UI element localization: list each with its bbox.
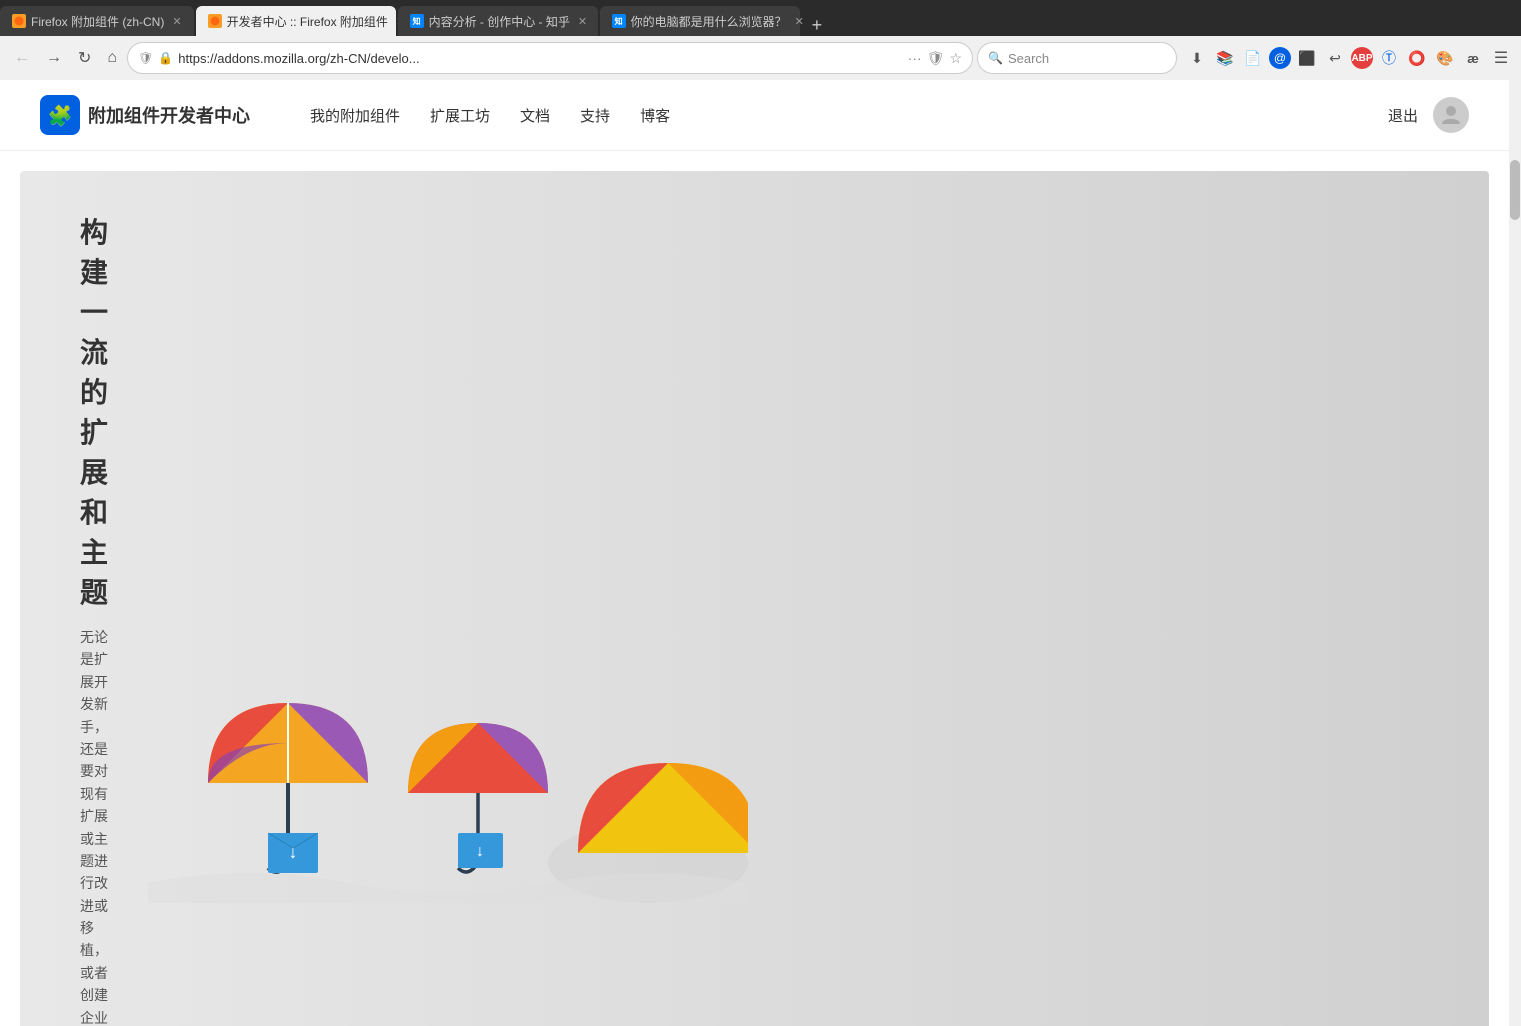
site-nav: 我的附加组件 扩展工坊 文档 支持 博客 [310,105,1388,126]
color-icon[interactable]: 🎨 [1433,46,1457,70]
extension-icon1[interactable]: ⬛ [1295,46,1319,70]
refresh-button[interactable]: ↻ [72,44,97,72]
nav-my-addons[interactable]: 我的附加组件 [310,105,400,126]
adblock-plus-icon[interactable]: ABP [1351,47,1373,69]
hero-description: 无论是扩展开发新手，还是要对现有扩展或主题进行改进或移植，或者创建企业定制化解决… [80,626,108,1026]
page-content: 🧩 附加组件开发者中心 我的附加组件 扩展工坊 文档 支持 博客 退出 构建一 [0,80,1509,1026]
undo-icon[interactable]: ↩ [1323,46,1347,70]
scrollbar[interactable] [1509,160,1521,1010]
search-icon: 🔍 [988,51,1003,65]
download-icon[interactable]: ⬇ [1185,46,1209,70]
hero-section: 构建一流的扩展和主题 无论是扩展开发新手，还是要对现有扩展或主题进行改进或移植，… [20,171,1489,1026]
site-header-right: 退出 [1388,97,1469,133]
search-bar[interactable]: 🔍 Search [977,42,1177,74]
firefox-account-icon[interactable]: @ [1269,47,1291,69]
new-tab-button[interactable]: + [802,15,833,36]
hero-title: 构建一流的扩展和主题 [80,211,108,611]
tab-label: 内容分析 - 创作中心 - 知乎 [429,13,570,30]
back-button[interactable]: ← [8,45,36,71]
scrollbar-thumb[interactable] [1510,160,1520,220]
lastpass-icon[interactable]: ⭕ [1405,46,1429,70]
nav-support[interactable]: 支持 [580,105,610,126]
security-icon: 🛡 [138,51,153,65]
browser-chrome: Firefox 附加组件 (zh-CN) ✕ 开发者中心 :: Firefox … [0,0,1521,80]
toolbar-icons: ⬇ 📚 📄 @ ⬛ ↩ ABP Ⓣ ⭕ 🎨 æ ☰ [1185,46,1513,70]
tab-close-icon[interactable]: ✕ [172,15,181,28]
tab-label: 你的电脑都是用什么浏览器？ [631,13,787,30]
url-bar[interactable]: 🛡 🔒 https://addons.mozilla.org/zh-CN/dev… [127,42,973,74]
hero-svg: ↓ ↓ [148,683,748,903]
nav-docs[interactable]: 文档 [520,105,550,126]
trident-icon[interactable]: Ⓣ [1377,46,1401,70]
tab-browser-question[interactable]: 知 你的电脑都是用什么浏览器？ ✕ [600,6,800,36]
nav-blog[interactable]: 博客 [640,105,670,126]
avatar[interactable] [1433,97,1469,133]
logout-link[interactable]: 退出 [1388,105,1418,126]
site-logo-text: 附加组件开发者中心 [88,102,250,128]
svg-text:↓: ↓ [476,843,484,860]
reader-icon[interactable]: 📄 [1241,46,1265,70]
url-text: https://addons.mozilla.org/zh-CN/develo.… [178,51,902,66]
nav-workshop[interactable]: 扩展工坊 [430,105,490,126]
url-shield-icon: 🛡 [927,50,945,67]
forward-button[interactable]: → [40,45,68,71]
tab-close-icon[interactable]: ✕ [578,15,587,28]
svg-text:🧩: 🧩 [48,103,73,127]
search-placeholder: Search [1008,51,1049,66]
home-button[interactable]: ⌂ [101,45,123,71]
tab-bar: Firefox 附加组件 (zh-CN) ✕ 开发者中心 :: Firefox … [0,0,1521,36]
bookmarks-icon[interactable]: 📚 [1213,46,1237,70]
tab-label: Firefox 附加组件 (zh-CN) [31,13,164,30]
hero-illustration: ↓ ↓ [148,683,1429,903]
tab-label: 开发者中心 :: Firefox 附加组件 [227,13,388,30]
svg-text:↓: ↓ [289,842,298,862]
tab-zhihu[interactable]: 知 内容分析 - 创作中心 - 知乎 ✕ [398,6,598,36]
tab-developer-center[interactable]: 开发者中心 :: Firefox 附加组件 ✕ [196,6,396,36]
tab-firefox-addons-zh[interactable]: Firefox 附加组件 (zh-CN) ✕ [0,6,194,36]
site-logo: 🧩 附加组件开发者中心 [40,95,250,135]
logo-icon: 🧩 [40,95,80,135]
site-header: 🧩 附加组件开发者中心 我的附加组件 扩展工坊 文档 支持 博客 退出 [0,80,1509,151]
browser-toolbar: ← → ↻ ⌂ 🛡 🔒 https://addons.mozilla.org/z… [0,36,1521,80]
lock-icon: 🔒 [158,51,173,65]
hero-text: 构建一流的扩展和主题 无论是扩展开发新手，还是要对现有扩展或主题进行改进或移植，… [80,211,108,1026]
ae-icon[interactable]: æ [1461,46,1485,70]
url-star-icon[interactable]: ☆ [949,50,962,67]
menu-icon[interactable]: ☰ [1489,46,1513,70]
url-more-icon[interactable]: ··· [908,50,922,66]
